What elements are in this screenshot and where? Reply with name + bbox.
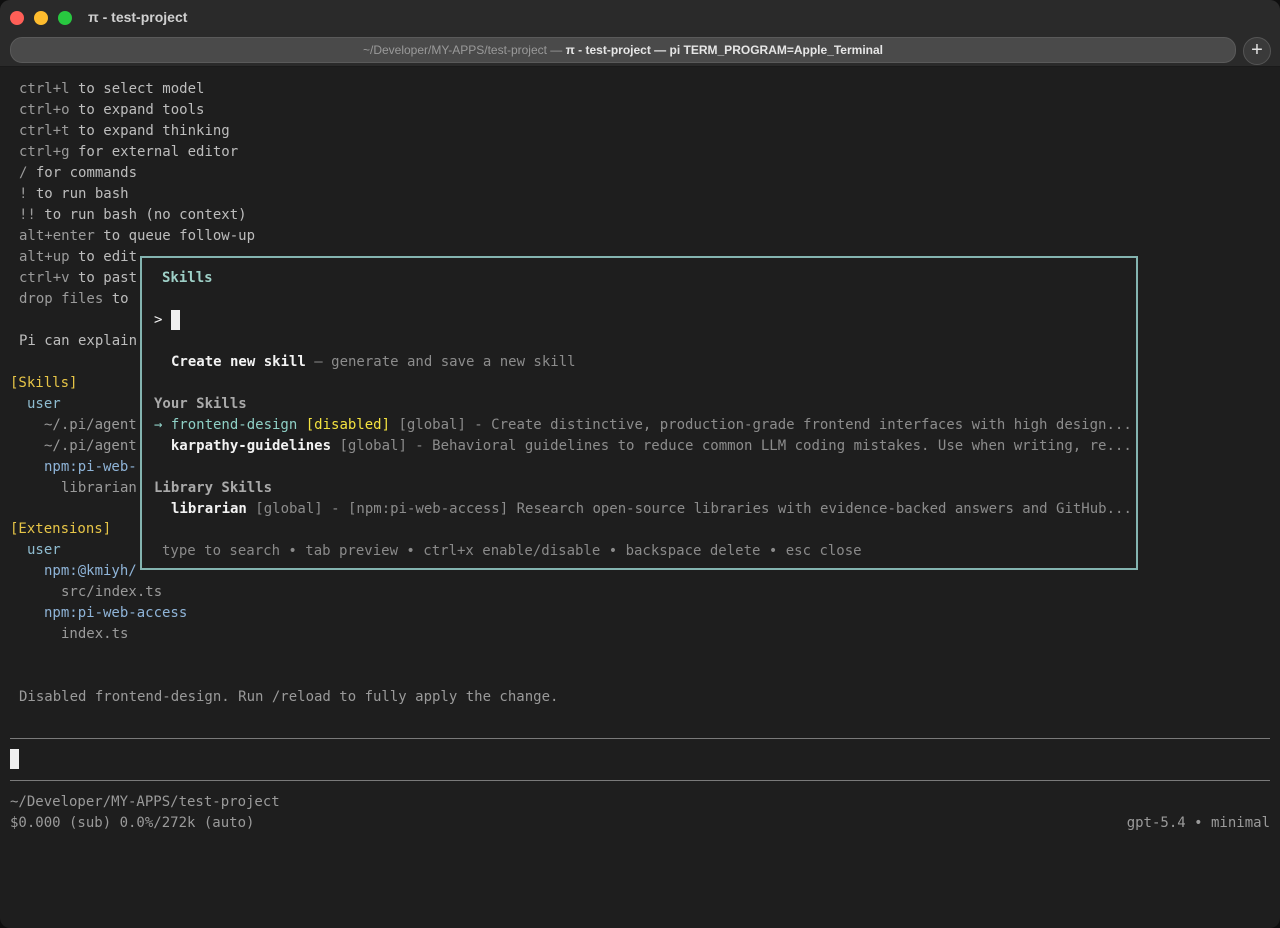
modal-title: Skills	[162, 270, 213, 286]
tab-command: pi TERM_PROGRAM=Apple_Terminal	[669, 43, 883, 57]
skills-user-label: user	[27, 396, 61, 412]
shortcut-line: drop files to	[19, 291, 129, 307]
input-cursor[interactable]	[10, 749, 19, 769]
close-window-button[interactable]	[10, 11, 24, 25]
footer-cost: $0.000 (sub) 0.0%/272k (auto)	[10, 815, 255, 831]
skill-package-item: librarian	[61, 480, 137, 496]
skill-item-librarian[interactable]: librarian [global] - [npm:pi-web-access]…	[171, 499, 1132, 520]
footer-cwd: ~/Developer/MY-APPS/test-project	[10, 794, 280, 810]
tab-separator: —	[546, 43, 566, 57]
terminal-window: π - test-project ~/Developer/MY-APPS/tes…	[0, 0, 1280, 928]
shortcut-line: ctrl+l to select model	[19, 81, 205, 97]
extensions-header: [Extensions]	[10, 521, 112, 537]
shortcut-line: ctrl+v to past	[19, 270, 138, 286]
new-tab-button[interactable]: +	[1243, 37, 1271, 65]
skill-path: ~/.pi/agent	[44, 438, 137, 454]
extension-file: index.ts	[61, 626, 129, 642]
library-skills-heading: Library Skills	[154, 480, 273, 496]
skill-path: ~/.pi/agent	[44, 417, 137, 433]
skills-modal: Skills > Create new skill — generate and…	[140, 256, 1138, 570]
zoom-window-button[interactable]	[58, 11, 72, 25]
title-bar: π - test-project	[0, 0, 1280, 36]
shortcut-line: ctrl+o to expand tools	[19, 102, 205, 118]
create-skill-option[interactable]: Create new skill — generate and save a n…	[171, 352, 576, 373]
skill-item-frontend-design[interactable]: → frontend-design [disabled] [global] - …	[154, 415, 1132, 436]
input-top-divider	[10, 738, 1270, 739]
shortcut-line: ctrl+t to expand thinking	[19, 123, 230, 139]
tab-bar: ~/Developer/MY-APPS/test-project — π - t…	[0, 36, 1280, 67]
shortcut-line: / for commands	[19, 165, 138, 181]
skill-item-karpathy-guidelines[interactable]: karpathy-guidelines [global] - Behaviora…	[154, 436, 1132, 457]
shortcut-line: ctrl+g for external editor	[19, 144, 239, 160]
pi-explain-text: Pi can explain	[19, 333, 138, 349]
shortcut-line: ! to run bash	[19, 186, 129, 202]
tab-path: ~/Developer/MY-APPS/test-project	[362, 43, 547, 57]
input-bottom-divider	[10, 780, 1270, 781]
shortcut-line: alt+enter to queue follow-up	[19, 228, 256, 244]
tab-separator: —	[650, 43, 670, 57]
status-message: Disabled frontend-design. Run /reload to…	[19, 689, 559, 705]
search-input[interactable]	[171, 310, 180, 330]
window-title: π - test-project	[88, 9, 188, 25]
skill-package: npm:pi-web-	[44, 459, 137, 475]
modal-key-hints: type to search • tab preview • ctrl+x en…	[162, 543, 862, 559]
skills-header: [Skills]	[10, 375, 78, 391]
tab-name: π - test-project	[565, 43, 651, 57]
terminal-tab[interactable]: ~/Developer/MY-APPS/test-project — π - t…	[10, 37, 1236, 63]
extension-package: npm:pi-web-access	[44, 605, 188, 621]
search-prompt: >	[154, 312, 163, 328]
extension-file: src/index.ts	[61, 584, 163, 600]
footer-model: gpt-5.4 • minimal	[1126, 815, 1270, 831]
shortcut-line: alt+up to edit	[19, 249, 138, 265]
shortcut-line: !! to run bash (no context)	[19, 207, 247, 223]
extension-package: npm:@kmiyh/	[44, 563, 137, 579]
selection-arrow-icon: →	[154, 417, 171, 433]
extensions-user-label: user	[27, 542, 61, 558]
your-skills-heading: Your Skills	[154, 396, 247, 412]
disabled-badge: [disabled]	[297, 417, 391, 433]
minimize-window-button[interactable]	[34, 11, 48, 25]
